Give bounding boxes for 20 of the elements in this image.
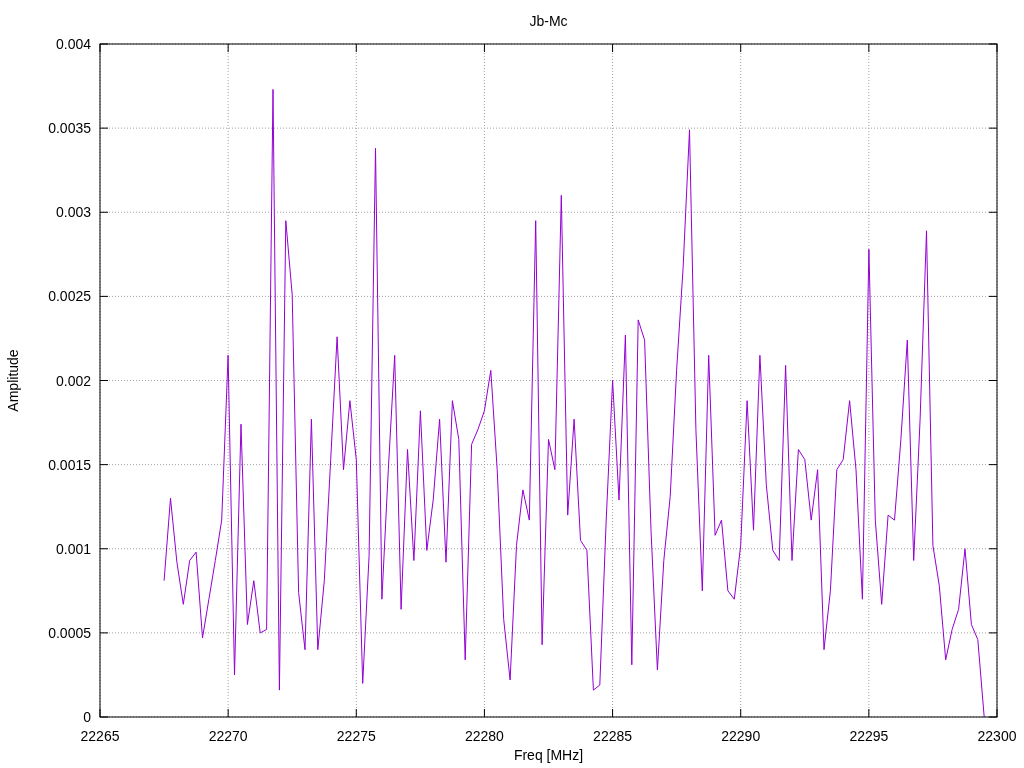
y-tick-label: 0.002 [55, 372, 91, 389]
x-tick-label: 22270 [208, 728, 248, 744]
y-tick-label: 0.0025 [48, 288, 91, 305]
x-tick-label: 22290 [721, 728, 761, 744]
x-axis-title: Freq [MHz] [513, 747, 584, 763]
y-tick-label: 0.004 [55, 36, 91, 52]
x-tick-label: 22285 [593, 728, 633, 744]
y-tick-label: 0.003 [55, 204, 91, 221]
chart-title: Jb-Mc [529, 13, 568, 29]
x-tick-label: 22265 [80, 728, 120, 744]
x-tick-label: 22300 [977, 728, 1017, 744]
x-tick-label: 22275 [336, 728, 376, 744]
x-tick-label: 22295 [849, 728, 889, 744]
y-tick-label: 0 [83, 709, 91, 725]
x-tick-label: 22280 [464, 728, 504, 744]
y-tick-label: 0.0015 [48, 456, 91, 473]
y-tick-label: 0.0005 [48, 624, 91, 641]
y-axis-title: Amplitude [5, 349, 21, 412]
y-tick-label: 0.0035 [48, 120, 91, 137]
y-tick-label: 0.001 [55, 540, 91, 557]
